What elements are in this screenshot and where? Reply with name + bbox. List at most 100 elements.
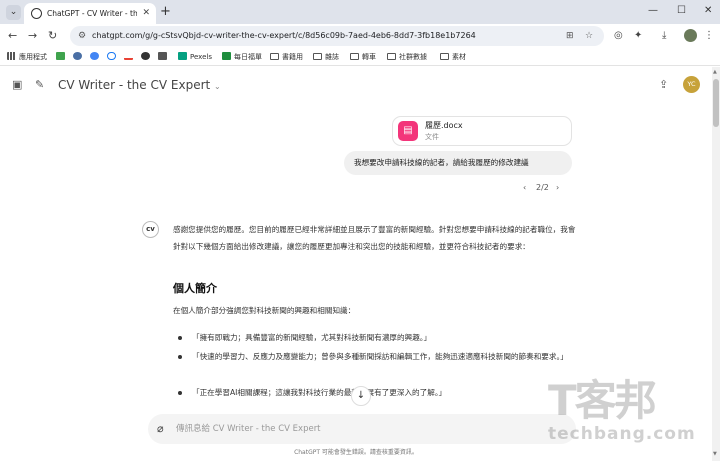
gpt-avatar-icon: cv	[142, 221, 159, 238]
bookmark-folder-books[interactable]: 書籍用	[270, 51, 303, 63]
page-scrollbar[interactable]: ▲ ▼	[712, 67, 720, 461]
bookmark-daily[interactable]: 每日福單	[222, 51, 262, 63]
bookmark-folder-magazine[interactable]: 雜誌	[313, 51, 339, 63]
folder-icon	[387, 53, 396, 60]
watermark-logo: T客邦	[548, 376, 657, 425]
scroll-to-bottom-button[interactable]: ↓	[351, 386, 371, 406]
scroll-up-arrow-icon[interactable]: ▲	[713, 69, 717, 75]
techbang-watermark: T客邦 techbang.com	[548, 378, 708, 458]
tab-title: ChatGPT - CV Writer - the CV	[47, 9, 137, 18]
gpt-name-dropdown[interactable]: CV Writer - the CV Expert ⌄	[58, 76, 221, 96]
browser-profile-avatar[interactable]	[684, 29, 697, 42]
message-input[interactable]	[176, 419, 556, 439]
bookmark-pexels[interactable]: Pexels	[178, 51, 212, 63]
section-heading: 個人簡介	[173, 282, 217, 295]
browser-tab[interactable]: ChatGPT - CV Writer - the CV ✕	[24, 3, 156, 24]
user-message-bubble: 我想要改申請科技線的記者，請給我履歷的修改建議	[344, 151, 572, 175]
extension-icon[interactable]: ◎	[614, 29, 623, 43]
message-composer: ⌀	[148, 414, 576, 444]
back-icon[interactable]: ←	[8, 28, 17, 44]
minimize-icon[interactable]: —	[648, 4, 658, 18]
list-item: 「正在學習AI相關課程；這讓我對科技行業的最新發展有了更深入的了解。」	[192, 388, 447, 397]
bookmarks-bar: 應用程式 Pexels 每日福單 書籍用 雜誌 轉車 社群數據 素材	[0, 48, 720, 66]
sidebar-toggle-icon[interactable]: ▣	[12, 78, 22, 92]
scroll-thumb[interactable]	[713, 79, 719, 127]
user-message-text: 我想要改申請科技線的記者，請給我履歷的修改建議	[354, 158, 529, 167]
bookmark-label: 轉車	[362, 53, 376, 61]
paperclip-icon[interactable]: ⌀	[157, 421, 164, 437]
extensions-puzzle-icon[interactable]: ✦	[634, 29, 642, 43]
bookmark-folder-material[interactable]: 素材	[440, 51, 466, 63]
folder-icon	[350, 53, 359, 60]
bookmark-label: Pexels	[190, 53, 212, 61]
folder-icon	[313, 53, 322, 60]
site-info-icon[interactable]: ⚙	[78, 30, 86, 42]
browser-tab-strip: ⌄ ChatGPT - CV Writer - the CV ✕ + — ☐ ✕	[0, 0, 720, 24]
trend-icon	[124, 52, 133, 60]
leaf-icon	[56, 52, 65, 60]
chatgpt-favicon-icon	[31, 8, 42, 19]
scroll-down-arrow-icon[interactable]: ▼	[713, 451, 717, 457]
user-avatar[interactable]: YC	[683, 76, 700, 93]
arrow-down-icon: ↓	[356, 390, 366, 401]
bookmark-leaf[interactable]	[56, 51, 68, 63]
plus-sheet-icon	[222, 52, 231, 60]
gpt-name-label: CV Writer - the CV Expert	[58, 78, 211, 92]
bookmark-label: 社群數據	[399, 53, 427, 61]
chrome-icon	[90, 52, 99, 60]
bookmark-label: 應用程式	[19, 53, 47, 61]
maximize-icon[interactable]: ☐	[677, 4, 686, 18]
translate-icon[interactable]: ⊞	[566, 29, 574, 43]
chevron-down-icon: ⌄	[214, 82, 221, 91]
bookmark-chrome[interactable]	[90, 51, 102, 63]
bookmark-apps[interactable]: 應用程式	[7, 51, 47, 63]
download-icon[interactable]: ⤓	[662, 29, 666, 43]
bookmark-star-icon[interactable]: ☆	[585, 29, 593, 43]
bookmark-folder-car[interactable]: 轉車	[350, 51, 376, 63]
meta-icon	[107, 52, 116, 60]
bookmark-trend[interactable]	[124, 51, 136, 63]
c-logo-icon	[141, 52, 150, 60]
bookmark-label: 雜誌	[325, 53, 339, 61]
folder-icon	[270, 53, 279, 60]
bullet-dot	[178, 391, 182, 395]
bookmark-folder-social[interactable]: 社群數據	[387, 51, 427, 63]
gear-icon	[73, 52, 82, 60]
share-icon[interactable]: ⇪	[659, 78, 668, 92]
bookmark-gear[interactable]	[73, 51, 85, 63]
watermark-domain: techbang.com	[548, 424, 696, 444]
window-close-icon[interactable]: ✕	[704, 4, 712, 18]
bookmark-label: 素材	[452, 53, 466, 61]
prev-version-icon[interactable]: ‹	[523, 182, 526, 194]
bookmark-c[interactable]	[141, 51, 153, 63]
url-text[interactable]: chatgpt.com/g/g-cStsvQbjd-cv-writer-the-…	[92, 29, 476, 43]
browser-menu-icon[interactable]: ⋮	[704, 29, 714, 43]
forward-icon[interactable]: →	[28, 28, 37, 44]
folder-icon	[440, 53, 449, 60]
tab-search-icon[interactable]: ⌄	[6, 5, 21, 20]
pexels-icon	[178, 52, 187, 60]
bookmark-video[interactable]	[158, 51, 170, 63]
version-pager: 2/2	[536, 183, 549, 192]
apps-grid-icon	[7, 52, 16, 60]
reply-intro: 感謝您提供您的履歷。您目前的履歷已經非常詳細並且展示了豐富的新聞經驗。針對您想要…	[173, 225, 576, 251]
list-item: 「擁有即戰力；具備豐富的新聞經驗，尤其對科技新聞有濃厚的興趣。」	[192, 333, 432, 342]
bookmark-meta[interactable]	[107, 51, 119, 63]
bookmark-label: 每日福單	[234, 53, 262, 61]
bullet-dot	[178, 355, 182, 359]
attached-file-card[interactable]: ▤ 履歷.docx 文件	[392, 116, 572, 146]
list-item: 「快速的學習力、反應力及應變能力；曾參與多種新聞採訪和編輯工作，能夠迅速適應科技…	[192, 352, 568, 361]
new-chat-icon[interactable]: ✎	[35, 78, 44, 92]
bookmark-label: 書籍用	[282, 53, 303, 61]
new-tab-icon[interactable]: +	[160, 4, 171, 20]
document-icon: ▤	[398, 121, 418, 141]
tab-close-icon[interactable]: ✕	[142, 7, 150, 20]
video-icon	[158, 52, 167, 60]
file-type: 文件	[425, 133, 439, 141]
reload-icon[interactable]: ↻	[48, 28, 57, 44]
next-version-icon[interactable]: ›	[556, 182, 559, 194]
address-bar[interactable]: ⚙ chatgpt.com/g/g-cStsvQbjd-cv-writer-th…	[70, 26, 604, 46]
chat-header: ▣ ✎ CV Writer - the CV Expert ⌄ ⇪ YC	[0, 67, 712, 103]
bullet-dot	[178, 336, 182, 340]
section-description: 在個人簡介部分強調您對科技新聞的興趣和相關知識：	[173, 306, 356, 315]
